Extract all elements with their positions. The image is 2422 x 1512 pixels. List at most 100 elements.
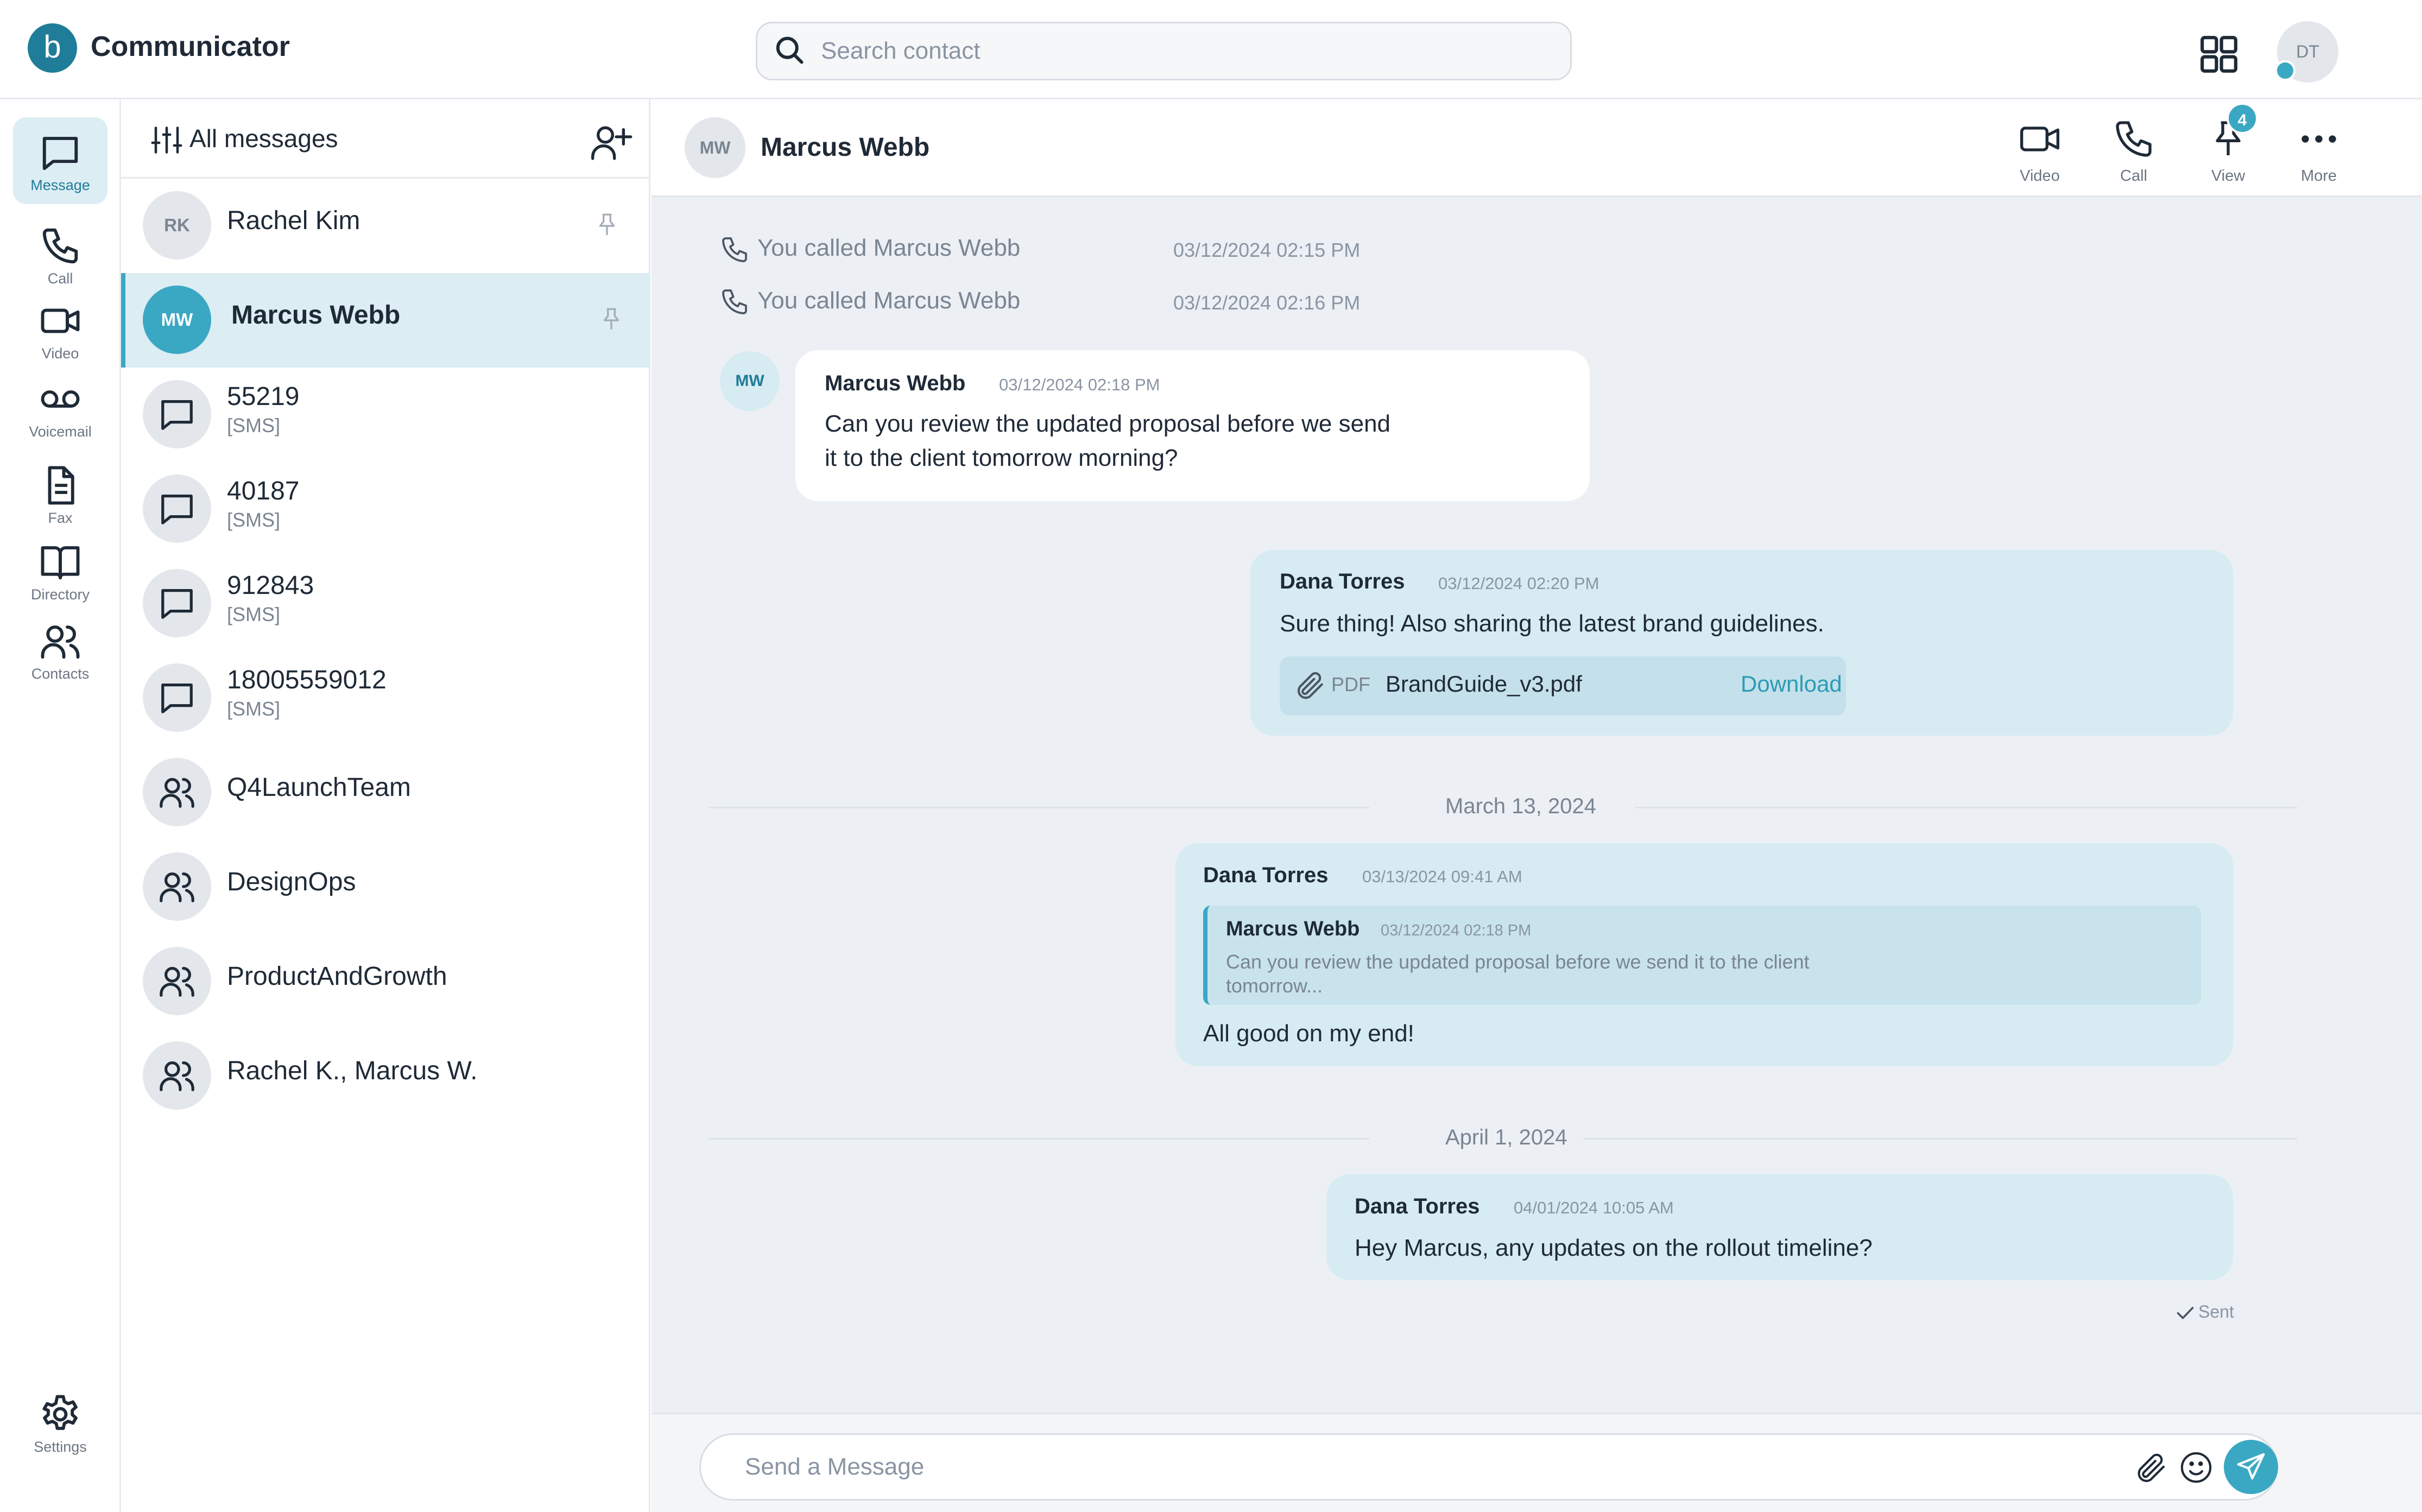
paperclip-icon[interactable]	[2134, 1450, 2170, 1485]
sender-avatar: MW	[720, 351, 780, 411]
conversation-name: Marcus Webb	[231, 301, 401, 330]
message-text: it to the client tomorrow morning?	[825, 445, 1178, 471]
group-icon	[158, 1056, 196, 1095]
call-log-text: You called Marcus Webb	[757, 287, 1021, 314]
date-divider-line	[709, 1138, 1369, 1140]
conversation-item[interactable]: 18005559012 [SMS]	[121, 651, 650, 745]
message-status: Sent	[2198, 1302, 2234, 1321]
action-label: More	[2300, 167, 2337, 185]
rail-item-fax[interactable]: Fax	[13, 450, 107, 537]
avatar	[143, 663, 211, 732]
conversation-item[interactable]: 912843 [SMS]	[121, 556, 650, 651]
filter-label[interactable]: All messages	[189, 124, 338, 153]
pin-icon[interactable]	[593, 211, 621, 238]
attachment-type: PDF	[1331, 673, 1370, 695]
date-separator: March 13, 2024	[1445, 794, 1596, 818]
conversation-item[interactable]: MW Marcus Webb	[121, 273, 650, 368]
search-icon	[773, 34, 806, 66]
conversation-name: Rachel K., Marcus W.	[227, 1056, 478, 1085]
rail-item-video[interactable]: Video	[13, 286, 107, 372]
avatar: MW	[143, 286, 211, 354]
group-icon	[158, 962, 196, 1000]
date-separator: April 1, 2024	[1445, 1125, 1567, 1149]
conversation-name: Q4LaunchTeam	[227, 773, 411, 802]
avatar	[143, 758, 211, 826]
gear-icon	[39, 1393, 81, 1435]
conversation-item[interactable]: 55219 [SMS]	[121, 368, 650, 462]
quoted-sender: Marcus Webb	[1226, 918, 1360, 940]
call-log-text: You called Marcus Webb	[757, 235, 1021, 261]
message-icon	[158, 490, 196, 528]
conversation-name: DesignOps	[227, 868, 356, 896]
conversation-name: Rachel Kim	[227, 206, 361, 235]
pin-icon[interactable]	[598, 306, 625, 333]
avatar	[143, 1041, 211, 1110]
conversation-item[interactable]: Rachel K., Marcus W.	[121, 1029, 650, 1123]
video-icon	[2018, 117, 2061, 161]
message-icon	[39, 131, 81, 174]
conversation-item[interactable]: 40187 [SMS]	[121, 462, 650, 556]
nav-rail: Message Call Video Voicemail Fax Directo…	[0, 99, 121, 1512]
rail-item-contacts[interactable]: Contacts	[13, 606, 107, 693]
rail-item-call[interactable]: Call	[13, 211, 107, 298]
conversation-name: 912843	[227, 571, 314, 600]
message-time: 03/12/2024 02:20 PM	[1438, 574, 1599, 593]
conversation-type: [SMS]	[227, 698, 281, 720]
send-icon	[2236, 1452, 2266, 1482]
download-link[interactable]: Download	[1741, 671, 1842, 697]
message-sender: Dana Torres	[1203, 863, 1329, 887]
quoted-text: Can you review the updated proposal befo…	[1226, 951, 1810, 997]
video-call-button[interactable]: Video	[2004, 117, 2075, 188]
message-time: 03/12/2024 02:18 PM	[999, 375, 1160, 394]
message-icon	[158, 584, 196, 622]
conversation-item[interactable]: DesignOps	[121, 840, 650, 934]
rail-item-label: Directory	[30, 586, 90, 603]
rail-item-voicemail[interactable]: Voicemail	[13, 364, 107, 451]
add-contact-icon[interactable]	[589, 121, 633, 164]
more-button[interactable]: More	[2284, 117, 2354, 188]
message-text: Sure thing! Also sharing the latest bran…	[1280, 610, 1824, 637]
phone-icon	[719, 235, 750, 265]
date-divider-line	[1583, 1138, 2297, 1140]
book-icon	[39, 541, 81, 583]
voice-call-button[interactable]: Call	[2098, 117, 2169, 188]
contact-name: Marcus Webb	[761, 133, 930, 162]
fax-icon	[39, 464, 81, 507]
quoted-time: 03/12/2024 02:18 PM	[1381, 922, 1532, 939]
pinned-count-badge: 4	[2227, 103, 2258, 134]
app-title: Communicator	[91, 31, 290, 62]
attachment-name: BrandGuide_v3.pdf	[1386, 671, 1582, 697]
voicemail-icon	[39, 378, 81, 420]
message-time: 03/13/2024 09:41 AM	[1362, 867, 1522, 886]
conversation-item[interactable]: RK Rachel Kim	[121, 179, 650, 273]
message-sender: Marcus Webb	[825, 371, 966, 395]
conversation-name: 55219	[227, 382, 300, 411]
action-label: Video	[2020, 167, 2060, 185]
rail-item-label: Video	[41, 345, 79, 362]
conversation-item[interactable]: ProductAndGrowth	[121, 934, 650, 1029]
action-label: View	[2211, 167, 2246, 185]
rail-item-settings[interactable]: Settings	[13, 1379, 107, 1466]
emoji-icon[interactable]	[2178, 1450, 2214, 1485]
avatar	[143, 569, 211, 637]
message-text: Can you review the updated proposal befo…	[825, 410, 1391, 437]
avatar	[143, 475, 211, 543]
conversation-type: [SMS]	[227, 509, 281, 531]
avatar	[143, 852, 211, 921]
contacts-icon	[39, 620, 81, 662]
rail-item-directory[interactable]: Directory	[13, 527, 107, 613]
app-logo: b	[28, 23, 77, 73]
paperclip-icon	[1294, 668, 1327, 702]
rail-item-label: Voicemail	[29, 423, 92, 440]
conversation-item[interactable]: Q4LaunchTeam	[121, 745, 650, 840]
apps-grid-icon[interactable]	[2199, 34, 2239, 74]
filter-icon[interactable]	[150, 124, 183, 156]
message-text: Hey Marcus, any updates on the rollout t…	[1355, 1235, 1873, 1261]
message-input[interactable]	[745, 1445, 2113, 1489]
send-button[interactable]	[2224, 1440, 2278, 1494]
avatar	[143, 947, 211, 1015]
contact-avatar: MW	[685, 117, 745, 178]
search-input[interactable]	[821, 29, 1548, 73]
rail-item-message[interactable]: Message	[13, 117, 107, 204]
rail-item-label: Call	[47, 270, 73, 287]
